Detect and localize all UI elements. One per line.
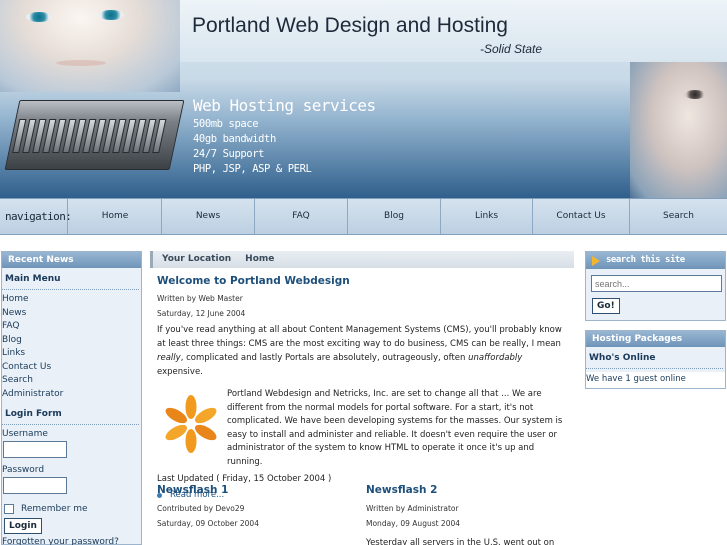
navigation-label: navigation: (0, 199, 72, 234)
newsflash-item: Newsflash 2 Written by Administrator Mon… (366, 484, 566, 545)
eye-icon (26, 12, 52, 22)
play-arrow-icon (592, 255, 600, 266)
promo-title: Web Hosting services (193, 96, 376, 115)
menu-link-blog[interactable]: Blog (2, 334, 141, 348)
left-sidebar: Recent News Main Menu Home News FAQ Blog… (1, 251, 142, 545)
login-button[interactable]: Login (4, 518, 42, 534)
go-button[interactable]: Go! (592, 298, 620, 314)
eye-icon (98, 10, 124, 20)
article-paragraph-1: If you've read anything at all about Con… (157, 325, 562, 377)
password-label: Password (2, 465, 45, 475)
main-navigation: navigation: Home News FAQ Blog Links Con… (0, 198, 727, 235)
site-header: Portland Web Design and Hosting -Solid S… (0, 0, 727, 198)
flower-logo-icon (165, 395, 217, 453)
article-title[interactable]: Welcome to Portland Webdesign (157, 275, 574, 287)
nav-item-blog[interactable]: Blog (348, 199, 441, 234)
menu-link-administrator[interactable]: Administrator (2, 388, 141, 402)
nav-item-search[interactable]: Search (630, 199, 727, 234)
hosting-packages-header[interactable]: Hosting Packages (586, 331, 725, 347)
header-face-image-right (630, 62, 727, 198)
nav-item-faq[interactable]: FAQ (255, 199, 348, 234)
promo-line: 24/7 Support (193, 148, 265, 160)
newsflash-date: Monday, 09 August 2004 (366, 519, 461, 528)
promo-line: 500mb space (193, 118, 259, 130)
username-field[interactable] (3, 441, 67, 458)
breadcrumb: Your Location Home (150, 251, 574, 268)
menu-link-links[interactable]: Links (2, 347, 141, 361)
login-form-title: Login Form (2, 403, 139, 425)
hosting-promo: Web Hosting services 500mb space 40gb ba… (193, 96, 376, 177)
nav-item-contact-us[interactable]: Contact Us (533, 199, 630, 234)
online-count-text: We have 1 guest online (586, 372, 725, 388)
remember-me-checkbox[interactable] (4, 504, 14, 514)
main-menu-title: Main Menu (2, 268, 139, 290)
promo-line: 40gb bandwidth (193, 133, 276, 145)
breadcrumb-home[interactable]: Home (245, 254, 274, 264)
site-slogan: -Solid State (480, 42, 543, 56)
menu-link-search[interactable]: Search (2, 374, 141, 388)
newsflash-date: Saturday, 09 October 2004 (157, 519, 259, 528)
nav-item-links[interactable]: Links (441, 199, 533, 234)
whos-online-title: Who's Online (586, 347, 723, 369)
site-title: Portland Web Design and Hosting (192, 14, 508, 37)
search-header-label: search this site (606, 255, 685, 265)
newsflash-author: Contributed by Devo29 (157, 504, 245, 513)
promo-line: PHP, JSP, ASP & PERL (193, 163, 312, 175)
newsflash-title[interactable]: Newsflash 1 (157, 484, 357, 496)
article-author: Written by Web Master (157, 294, 243, 303)
newsflash-title[interactable]: Newsflash 2 (366, 484, 566, 496)
right-sidebar: search this site Go! Hosting Packages Wh… (585, 251, 726, 389)
article-paragraph-2: Portland Webdesign and Netricks, Inc. ar… (227, 389, 563, 467)
article-date: Saturday, 12 June 2004 (157, 309, 246, 318)
main-content: Your Location Home Welcome to Portland We… (150, 251, 574, 545)
eye-icon (684, 90, 706, 99)
nav-item-home[interactable]: Home (69, 199, 162, 234)
breadcrumb-label: Your Location (162, 254, 232, 264)
server-rack-image (4, 100, 185, 170)
remember-me-row: Remember me (4, 504, 141, 514)
recent-news-header[interactable]: Recent News (2, 252, 141, 268)
search-input[interactable] (591, 275, 722, 292)
menu-link-faq[interactable]: FAQ (2, 320, 141, 334)
search-box: search this site Go! (585, 251, 726, 321)
newsflash-text: Yesterday all servers in the U.S. went o… (366, 538, 555, 545)
menu-link-news[interactable]: News (2, 307, 141, 321)
newsflash-author: Written by Administrator (366, 504, 459, 513)
menu-link-contact-us[interactable]: Contact Us (2, 361, 141, 375)
username-label: Username (2, 429, 48, 439)
header-face-detail (56, 60, 106, 66)
search-header: search this site (586, 252, 725, 269)
remember-me-label: Remember me (21, 504, 88, 514)
hosting-packages-box: Hosting Packages Who's Online We have 1 … (585, 330, 726, 389)
article-intro-block: Portland Webdesign and Netricks, Inc. ar… (157, 388, 574, 476)
menu-link-home[interactable]: Home (2, 293, 141, 307)
password-field[interactable] (3, 477, 67, 494)
newsflash-item: Newsflash 1 Contributed by Devo29 Saturd… (157, 484, 357, 532)
forgot-password-link[interactable]: Forgotten your password? (2, 537, 141, 545)
nav-item-news[interactable]: News (162, 199, 255, 234)
